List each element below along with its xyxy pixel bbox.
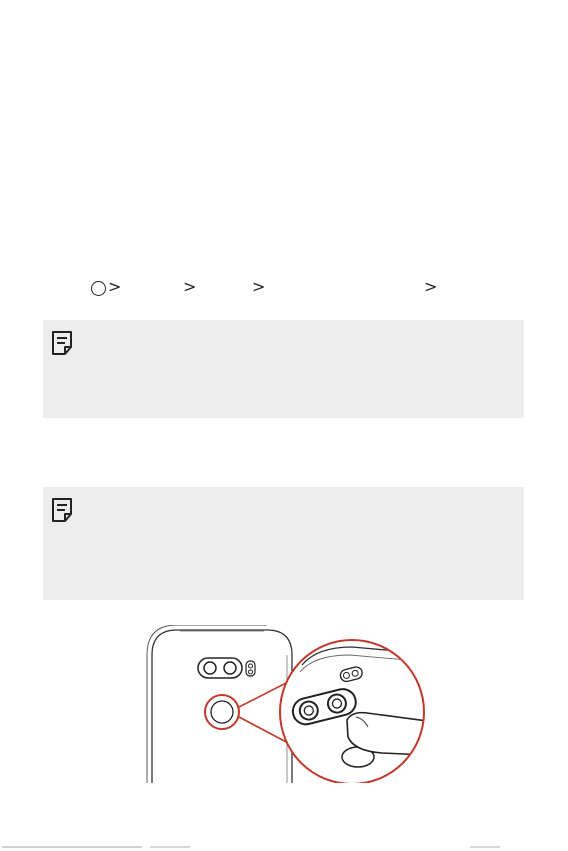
note-icon xyxy=(52,331,72,355)
page-footer-strip xyxy=(2,846,500,848)
note-box xyxy=(43,320,524,418)
home-circle-icon xyxy=(91,281,106,296)
chevron-right-icon: > xyxy=(108,277,122,296)
fingerprint-sensor-illustration xyxy=(146,625,425,783)
chevron-right-icon: > xyxy=(183,277,197,296)
chevron-right-icon: > xyxy=(424,277,438,296)
chevron-right-icon: > xyxy=(252,277,266,296)
note-box xyxy=(43,487,524,600)
note-icon xyxy=(52,498,72,522)
settings-path: > > > > xyxy=(0,276,568,298)
